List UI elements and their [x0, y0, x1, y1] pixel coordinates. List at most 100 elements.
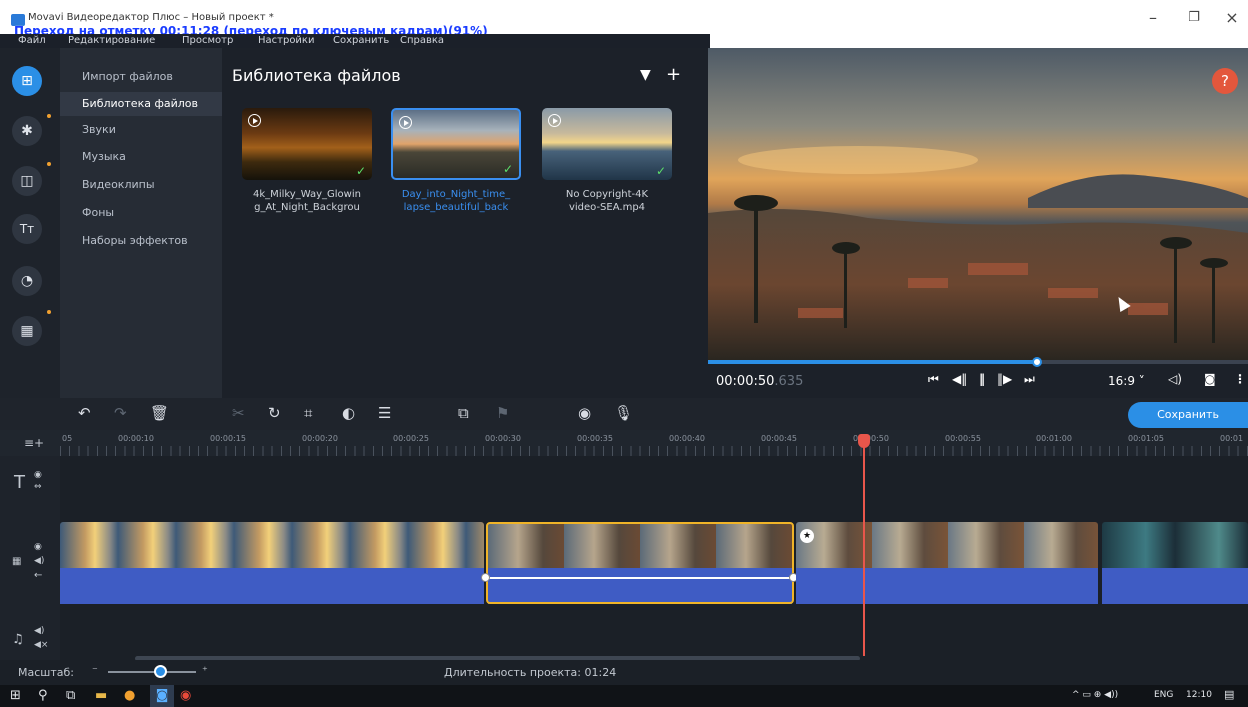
aspect-ratio-select[interactable]: 16:9 ˅	[1108, 374, 1145, 388]
sticker-icon[interactable]: ◔	[12, 266, 42, 296]
maximize-button[interactable]: ❐	[1184, 10, 1204, 25]
movavi-taskbar-icon[interactable]: ◙	[150, 685, 174, 707]
link-icon[interactable]: ←	[34, 570, 42, 581]
playback-progress[interactable]	[708, 357, 1248, 367]
library-file-name[interactable]: No Copyright-4K video-SEA.mp4	[542, 188, 672, 214]
prev-frame-icon[interactable]: ◀‖	[952, 372, 967, 386]
transition-badge-icon[interactable]: ★	[800, 529, 814, 543]
category-backgrounds[interactable]: Фоны	[60, 201, 222, 225]
zoom-out-icon[interactable]: ⁻	[92, 664, 98, 677]
progress-knob[interactable]	[1032, 357, 1043, 367]
window-title: Movavi Видеоредактор Плюс – Новый проект…	[28, 12, 274, 23]
volume-icon[interactable]: ◀)	[34, 556, 44, 566]
start-icon[interactable]: ⊞	[10, 688, 21, 703]
menu-save[interactable]: Сохранить	[333, 35, 389, 46]
filter-icon[interactable]: ▼	[640, 67, 651, 83]
more-icon[interactable]: ⋮	[1234, 372, 1246, 386]
clip-volume-line[interactable]	[486, 577, 794, 579]
menu-view[interactable]: Просмотр	[182, 35, 233, 46]
file-name-line: g_At_Night_Backgrou	[254, 202, 360, 213]
close-button[interactable]: ×	[1222, 8, 1242, 27]
task-view-icon[interactable]: ⧉	[66, 688, 75, 703]
category-sounds[interactable]: Звуки	[60, 118, 222, 142]
crop-icon[interactable]: ⌗	[304, 404, 312, 422]
eye-icon[interactable]: ◉	[34, 542, 42, 552]
zoom-slider[interactable]	[108, 671, 196, 673]
library-thumb[interactable]: ✓	[542, 108, 672, 180]
category-import[interactable]: Импорт файлов	[60, 65, 222, 89]
save-button[interactable]: Сохранить	[1128, 402, 1248, 428]
menu-edit[interactable]: Редактирование	[68, 35, 155, 46]
undo-icon[interactable]: ↶	[78, 404, 91, 422]
minimize-button[interactable]: –	[1143, 8, 1163, 27]
pause-icon[interactable]: ‖	[979, 372, 985, 386]
audio-clip[interactable]	[1102, 568, 1248, 604]
search-icon[interactable]: ⚲	[38, 688, 48, 703]
library-thumb[interactable]: ✓	[242, 108, 372, 180]
help-button[interactable]: ?	[1212, 68, 1238, 94]
video-clip[interactable]	[796, 522, 1098, 568]
add-track-icon[interactable]: ≡+	[24, 436, 44, 450]
clip-properties-icon[interactable]: ☰	[378, 404, 391, 422]
browser-icon[interactable]: ●	[124, 688, 135, 703]
volume-icon[interactable]: ◀)	[34, 626, 44, 636]
library-file-name[interactable]: Day_into_Night_time_ lapse_beautiful_bac…	[391, 188, 521, 214]
volume-icon[interactable]: ◁)	[1168, 372, 1182, 386]
record-icon[interactable]: ◉	[180, 688, 191, 703]
notifications-icon[interactable]: ▤	[1224, 688, 1234, 701]
eye-icon[interactable]: ◉	[34, 470, 42, 480]
category-library[interactable]: Библиотека файлов	[60, 92, 222, 116]
clock[interactable]: 12:10	[1186, 690, 1212, 700]
progress-fill	[708, 360, 1038, 364]
webcam-icon[interactable]: ◉	[578, 404, 591, 422]
skip-end-icon[interactable]: ⏭	[1024, 372, 1035, 387]
next-frame-icon[interactable]: ‖▶	[997, 372, 1012, 386]
microphone-icon[interactable]: 🎙	[614, 404, 633, 422]
mute-icon[interactable]: ◀×	[34, 640, 48, 650]
video-track-icon: ▦	[12, 556, 22, 567]
menu-help[interactable]: Справка	[400, 35, 444, 46]
video-preview[interactable]: ?	[708, 48, 1248, 360]
zoom-in-icon[interactable]: ⁺	[202, 664, 208, 677]
ruler-label: 00:01:05	[1128, 434, 1164, 443]
ruler-label: 00:00:45	[761, 434, 797, 443]
category-music[interactable]: Музыка	[60, 145, 222, 169]
menu-bar: Файл Редактирование Просмотр Настройки С…	[0, 34, 710, 48]
link-icon[interactable]: ⇔	[34, 482, 42, 492]
rotate-icon[interactable]: ↻	[268, 404, 281, 422]
ruler-label: 00:00:40	[669, 434, 705, 443]
snapshot-icon[interactable]: ◙	[1204, 372, 1216, 386]
tray-icons[interactable]: ^ ▭ ⊕ ◀))	[1072, 690, 1118, 700]
menu-settings[interactable]: Настройки	[258, 35, 314, 46]
audio-clip[interactable]	[796, 568, 1098, 604]
video-clip[interactable]	[1102, 522, 1248, 568]
category-effect-packs[interactable]: Наборы эффектов	[60, 229, 222, 253]
video-clip[interactable]	[60, 522, 484, 568]
category-videoclips[interactable]: Видеоклипы	[60, 173, 222, 197]
audio-clip[interactable]	[60, 568, 484, 604]
skip-start-icon[interactable]: ⏮	[928, 372, 939, 387]
transition-icon[interactable]: ◫	[12, 166, 42, 196]
menu-file[interactable]: Файл	[18, 35, 46, 46]
playhead-handle[interactable]	[858, 434, 870, 448]
library-file-name[interactable]: 4k_Milky_Way_Glowin g_At_Night_Backgrou	[242, 188, 372, 214]
grid-icon[interactable]: ▦	[12, 316, 42, 346]
keyboard-language[interactable]: ENG	[1154, 690, 1173, 700]
delete-icon[interactable]: 🗑	[150, 404, 169, 422]
pin-icon[interactable]: ✱	[12, 116, 42, 146]
color-adjust-icon[interactable]: ◐	[342, 404, 355, 422]
zoom-knob[interactable]	[154, 665, 167, 678]
cut-icon[interactable]: ✂	[232, 404, 245, 422]
marker-icon[interactable]: ⚑	[496, 404, 509, 422]
overlay-icon[interactable]: ⧉	[458, 404, 469, 422]
library-thumb-selected[interactable]: ✓	[391, 108, 521, 180]
folder-icon[interactable]: ▬	[95, 688, 107, 703]
volume-keyframe[interactable]	[481, 573, 490, 582]
import-icon[interactable]: ⊞	[12, 66, 42, 96]
ruler-label: 00:00:10	[118, 434, 154, 443]
add-icon[interactable]: +	[666, 64, 681, 85]
redo-icon[interactable]: ↷	[114, 404, 127, 422]
status-bar: Масштаб: ⁻ ⁺ Длительность проекта: 01:24	[0, 660, 1248, 685]
text-icon[interactable]: Tт	[12, 214, 42, 244]
timeline-ruler[interactable]: ≡+ 05 00:00:10 00:00:15 00:00:20 00:00:2…	[0, 430, 1248, 456]
